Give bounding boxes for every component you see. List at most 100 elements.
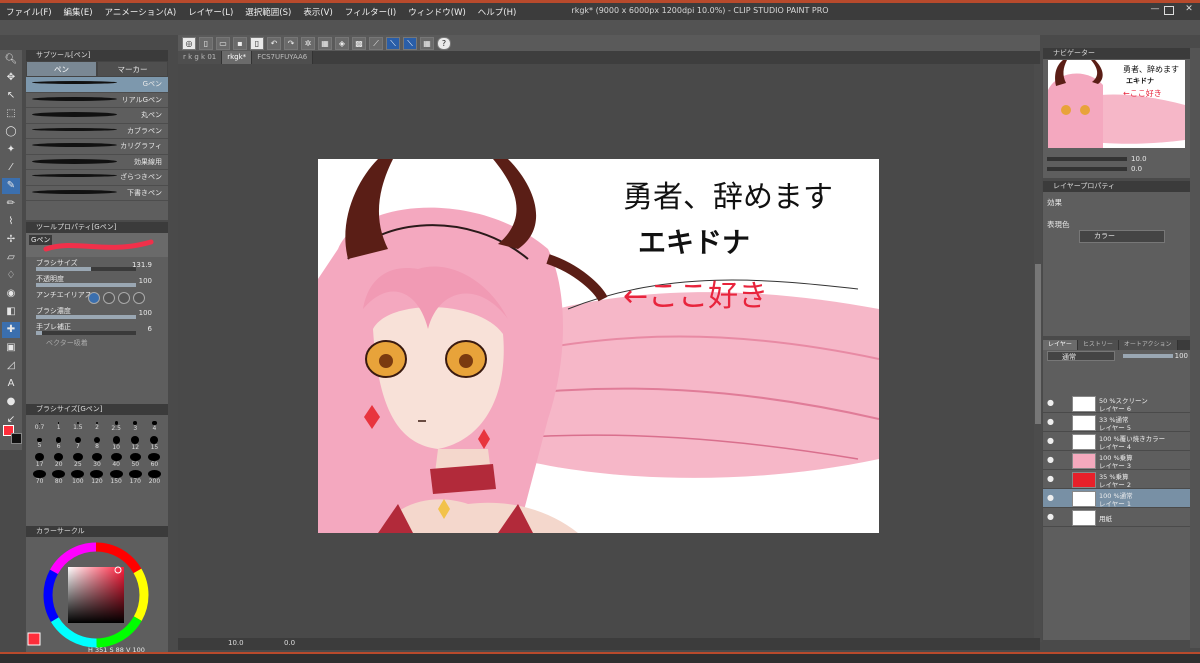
pencil-icon[interactable]: ✏︎	[2, 196, 20, 212]
eye-icon[interactable]: ●	[1047, 417, 1054, 426]
brush-size-option[interactable]: 8	[87, 436, 106, 451]
opacity-row[interactable]: 不透明度 100	[26, 273, 168, 289]
menu-item-4[interactable]: 選択範囲(S)	[239, 3, 297, 20]
tab-pen[interactable]: ペン	[26, 61, 97, 77]
ruler-icon[interactable]: ⟋	[369, 36, 383, 50]
brush-item[interactable]: カブラペン	[26, 124, 168, 139]
layer-row[interactable]: ● 100 %覆い焼きカラー レイヤー 4	[1043, 432, 1190, 451]
snap-grid-icon[interactable]: ▦	[420, 36, 434, 50]
select-icon[interactable]: ↖	[2, 88, 20, 104]
new-file-icon[interactable]: ▯	[199, 36, 213, 50]
eye-icon[interactable]: ●	[1047, 455, 1054, 464]
snap-special-icon[interactable]: ⟍	[403, 36, 417, 50]
expression-select[interactable]: カラー	[1079, 230, 1165, 243]
tab-marker[interactable]: マーカー	[97, 61, 168, 77]
menu-item-5[interactable]: 表示(V)	[297, 3, 338, 20]
brush-size-slider[interactable]	[36, 267, 136, 271]
menu-item-2[interactable]: アニメーション(A)	[99, 3, 183, 20]
help-icon[interactable]: ?	[437, 36, 451, 50]
brush-size-option[interactable]: 100	[68, 470, 87, 485]
operation-icon[interactable]: ⬚	[2, 106, 20, 122]
menu-item-0[interactable]: ファイル(F)	[0, 3, 58, 20]
brush-size-option[interactable]: 40	[107, 453, 126, 468]
brush-size-option[interactable]: 7	[68, 436, 87, 451]
redo-icon[interactable]: ↷	[284, 36, 298, 50]
frame-icon[interactable]: ▣	[2, 340, 20, 356]
color-wheel[interactable]	[26, 537, 168, 652]
canvas-tab-2[interactable]: FCS7UFUYAA6	[252, 51, 314, 64]
stabilization-row[interactable]: 手ブレ補正 6	[26, 321, 168, 337]
balloon-icon[interactable]: ●	[2, 394, 20, 410]
fill-icon[interactable]: ◈	[335, 36, 349, 50]
transform-icon[interactable]: ▦	[318, 36, 332, 50]
eye-icon[interactable]: ●	[1047, 493, 1054, 502]
zoom-icon[interactable]: 🔍︎	[2, 52, 20, 68]
auto-select-icon[interactable]: ✦	[2, 142, 20, 158]
brush-size-option[interactable]: 15	[145, 436, 164, 451]
layer-opacity-value[interactable]: 100	[1175, 352, 1188, 360]
navigator-zoom-value[interactable]: 10.0	[1131, 155, 1147, 163]
current-color-swatch[interactable]	[27, 632, 41, 646]
layer-row[interactable]: ● 50 %スクリーン レイヤー 6	[1043, 394, 1190, 413]
brush-item[interactable]: リアルGペン	[26, 93, 168, 108]
brush-size-option[interactable]: 1.5	[68, 419, 87, 434]
vertical-scrollbar[interactable]	[1034, 64, 1042, 642]
brush-item[interactable]: ざらつきペン	[26, 170, 168, 186]
brush-size-option[interactable]: 30	[87, 453, 106, 468]
eyedropper-icon[interactable]: ⁄	[2, 160, 20, 176]
eye-icon[interactable]: ●	[1047, 398, 1054, 407]
brush-item[interactable]: 下書きペン	[26, 186, 168, 201]
clip-studio-icon[interactable]: ◎	[182, 36, 196, 50]
lasso-icon[interactable]: ◯	[2, 124, 20, 140]
brush-size-option[interactable]: 70	[30, 470, 49, 485]
brush-item[interactable]: 丸ペン	[26, 108, 168, 124]
sub-color-swatch[interactable]	[11, 433, 22, 444]
eye-icon[interactable]: ●	[1047, 436, 1054, 445]
navigator-angle-slider[interactable]	[1047, 167, 1127, 171]
color-icon[interactable]: ▯	[250, 36, 264, 50]
brush-size-option[interactable]: 80	[49, 470, 68, 485]
status-angle[interactable]: 0.0	[284, 639, 295, 647]
antialias-row[interactable]: アンチエイリアス	[26, 289, 168, 305]
brush-size-option[interactable]: 2	[87, 419, 106, 434]
open-file-icon[interactable]: ▭	[216, 36, 230, 50]
density-value[interactable]: 100	[139, 309, 152, 317]
blend-icon[interactable]: ♢	[2, 268, 20, 284]
figure-icon[interactable]: ✚	[2, 322, 20, 338]
brush-size-option[interactable]: 120	[87, 470, 106, 485]
brush-size-option[interactable]: 6	[49, 436, 68, 451]
brush-size-option[interactable]: 50	[126, 453, 145, 468]
vector-row[interactable]: ベクター吸着	[26, 337, 168, 353]
brush-size-option[interactable]: 150	[107, 470, 126, 485]
brush-size-row[interactable]: ブラシサイズ 131.9	[26, 257, 168, 273]
fill-bucket-icon[interactable]: ◉	[2, 286, 20, 302]
layer-row[interactable]: ● 用紙	[1043, 508, 1190, 527]
brush-size-option[interactable]: 200	[145, 470, 164, 485]
brush-item[interactable]: カリグラフィ	[26, 139, 168, 155]
ruler-tool-icon[interactable]: ◿	[2, 358, 20, 374]
layer-row[interactable]: ● 35 %乗算 レイヤー 2	[1043, 470, 1190, 489]
stabilization-slider[interactable]	[36, 331, 136, 335]
artboard[interactable]: 勇者、辞めます エキドナ ←ここ好き	[318, 159, 879, 533]
brush-size-option[interactable]: 60	[145, 453, 164, 468]
opacity-slider[interactable]	[36, 283, 136, 287]
eraser-icon[interactable]: ▱	[2, 250, 20, 266]
brush-size-option[interactable]: 5	[30, 436, 49, 451]
layer-row[interactable]: ● 100 %乗算 レイヤー 3	[1043, 451, 1190, 470]
brush-size-option[interactable]: 4	[145, 419, 164, 434]
layer-opacity-slider[interactable]	[1123, 354, 1173, 358]
status-zoom[interactable]: 10.0	[228, 639, 244, 647]
close-button[interactable]: ✕	[1182, 4, 1196, 16]
eye-icon[interactable]: ●	[1047, 512, 1054, 521]
eye-icon[interactable]: ●	[1047, 474, 1054, 483]
navigator-zoom-slider[interactable]	[1047, 157, 1127, 161]
snap-ruler-icon[interactable]: ⟍	[386, 36, 400, 50]
clear-icon[interactable]: ✲	[301, 36, 315, 50]
menu-item-3[interactable]: レイヤー(L)	[182, 3, 239, 20]
maximize-button[interactable]	[1164, 6, 1174, 15]
navigator-angle-value[interactable]: 0.0	[1131, 165, 1142, 173]
brush-size-option[interactable]: 1	[49, 419, 68, 434]
navigator-thumbnail[interactable]: 勇者、辞めます エキドナ ←ここ好き	[1048, 60, 1185, 148]
density-row[interactable]: ブラシ濃度 100	[26, 305, 168, 321]
brush-size-option[interactable]: 10	[107, 436, 126, 451]
